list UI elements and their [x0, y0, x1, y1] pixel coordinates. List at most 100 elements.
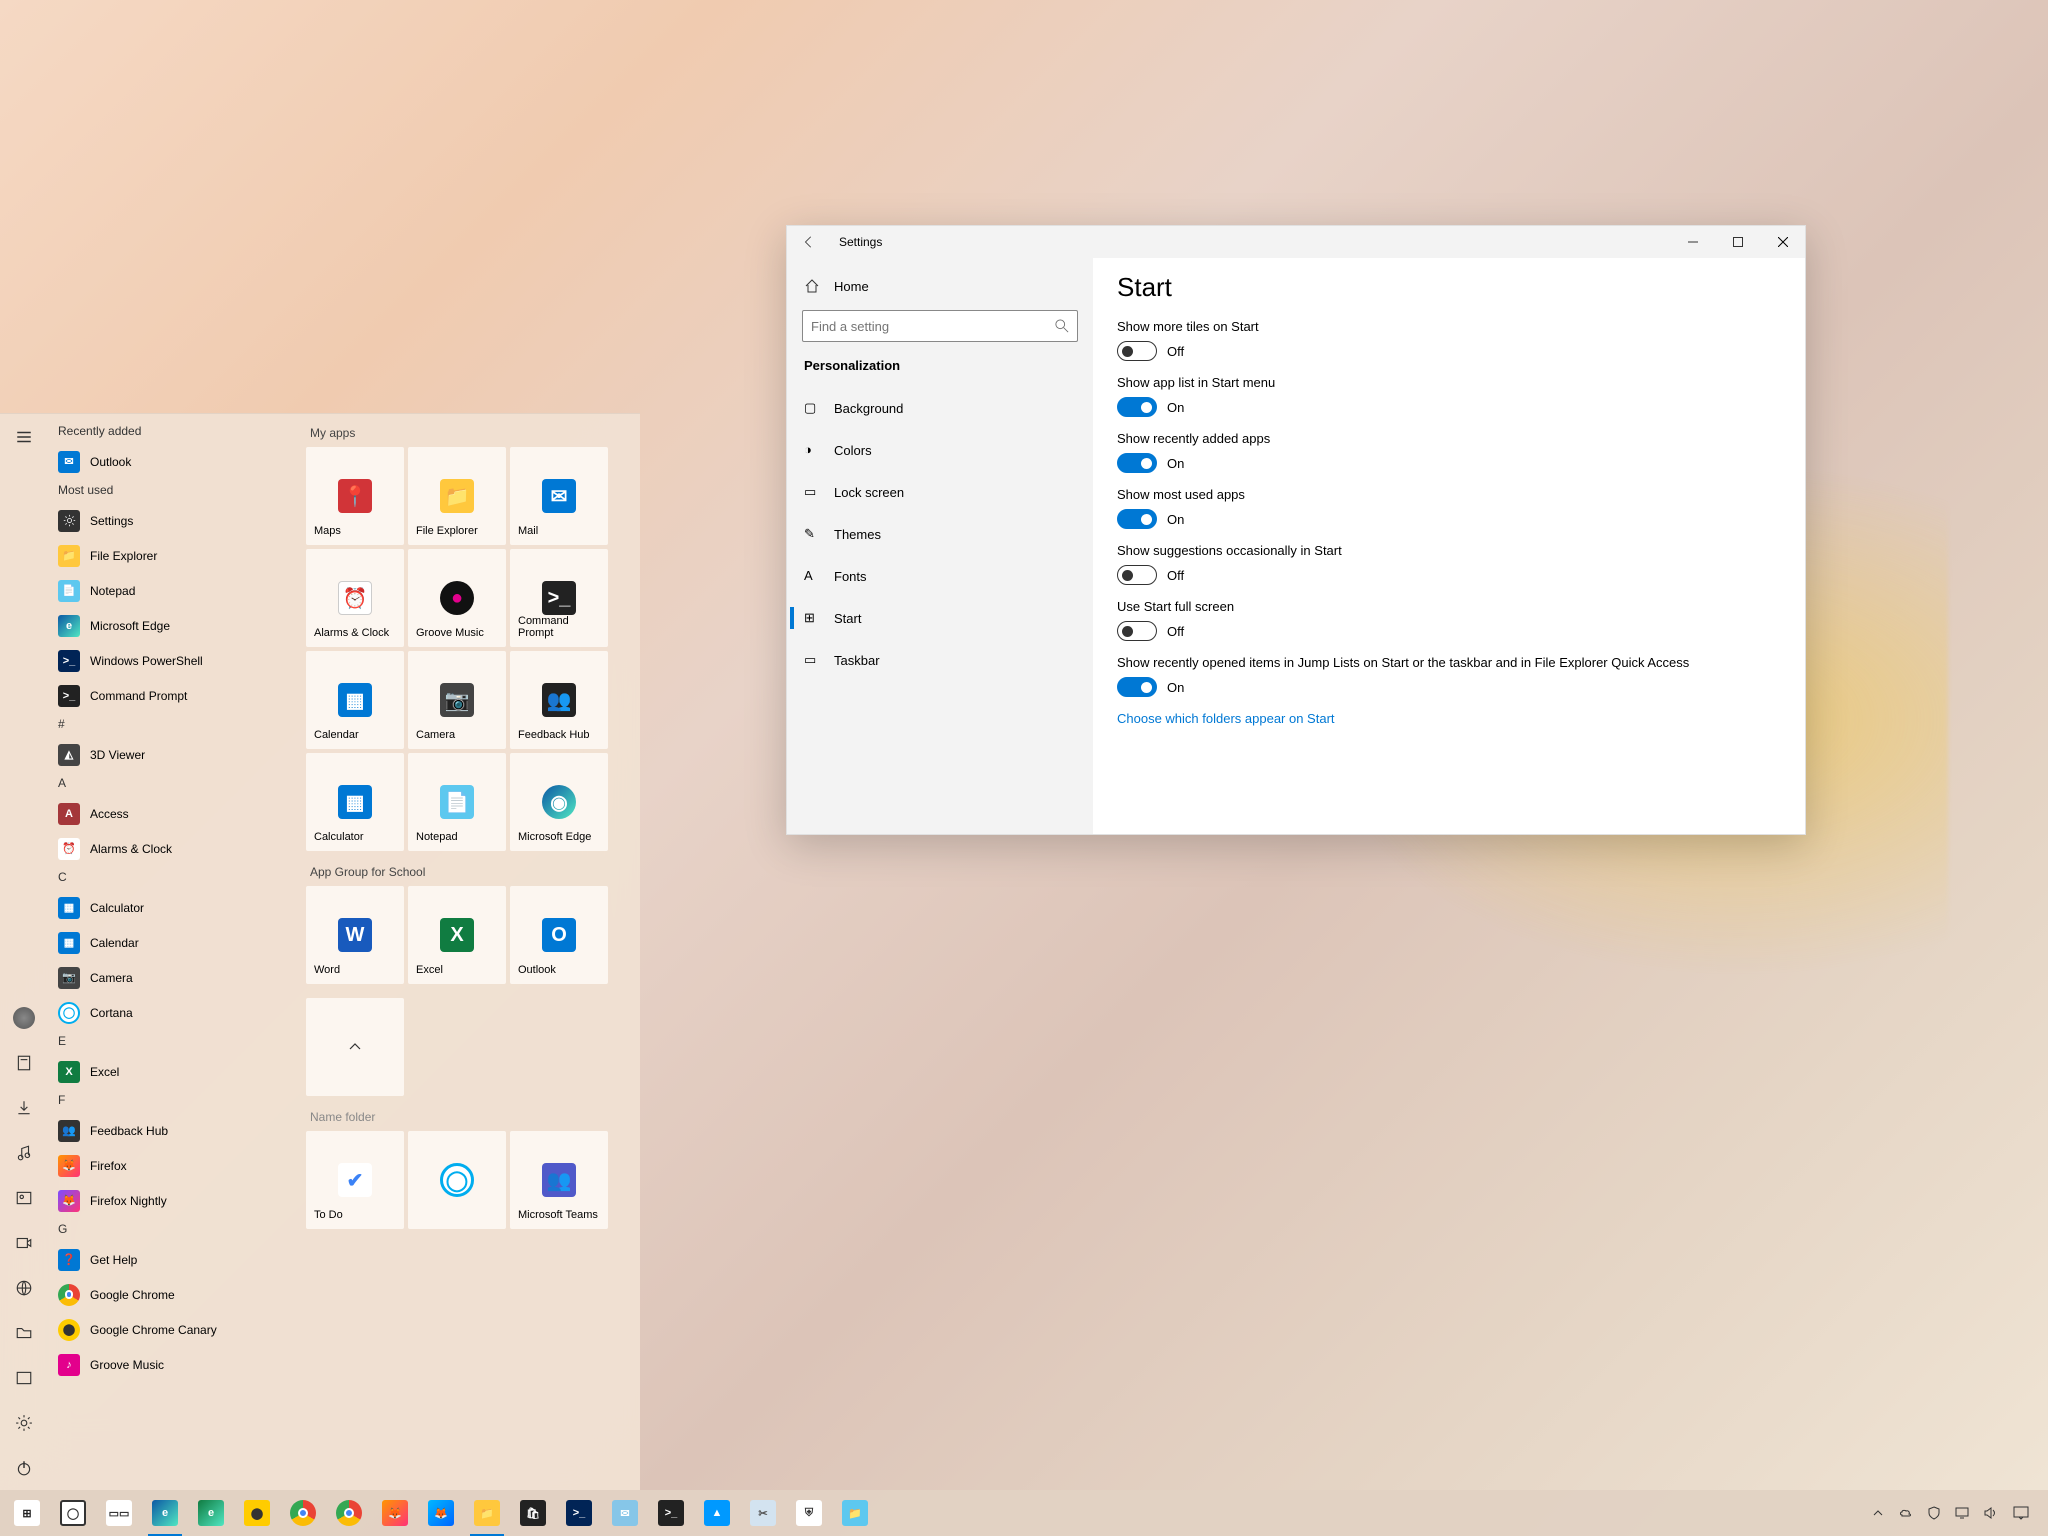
- app-3d-viewer[interactable]: ◭3D Viewer: [48, 737, 306, 772]
- tile-camera[interactable]: 📷Camera: [408, 651, 506, 749]
- action-center-icon[interactable]: [2004, 1490, 2038, 1536]
- downloads-icon[interactable]: [0, 1085, 48, 1130]
- alpha-header[interactable]: E: [48, 1030, 306, 1054]
- toggle[interactable]: [1117, 565, 1157, 585]
- taskbar-photos[interactable]: ▲: [694, 1490, 740, 1536]
- app-notepad[interactable]: 📄Notepad: [48, 573, 306, 608]
- app-google-chrome[interactable]: Google Chrome: [48, 1277, 306, 1312]
- close-button[interactable]: [1760, 227, 1805, 257]
- alpha-header[interactable]: G: [48, 1218, 306, 1242]
- folder-icon[interactable]: [0, 1310, 48, 1355]
- nav-themes[interactable]: ✎Themes: [790, 513, 1090, 555]
- alpha-hash[interactable]: #: [48, 713, 306, 737]
- search-field[interactable]: [811, 319, 1055, 334]
- app-get-help[interactable]: ❓Get Help: [48, 1242, 306, 1277]
- tile-outlook[interactable]: OOutlook: [510, 886, 608, 984]
- tile-cortana[interactable]: ◯: [408, 1131, 506, 1229]
- app-settings[interactable]: Settings: [48, 503, 306, 538]
- app-firefox[interactable]: 🦊Firefox: [48, 1148, 306, 1183]
- documents-icon[interactable]: [0, 1040, 48, 1085]
- tile-microsoft-edge[interactable]: ◉Microsoft Edge: [510, 753, 608, 851]
- tile-calendar[interactable]: ▦Calendar: [306, 651, 404, 749]
- network-icon[interactable]: [0, 1265, 48, 1310]
- nav-colors[interactable]: ◑Colors: [790, 429, 1090, 471]
- tile-command-prompt[interactable]: >_Command Prompt: [510, 549, 608, 647]
- taskbar-mail[interactable]: ✉: [602, 1490, 648, 1536]
- taskbar-powershell[interactable]: >_: [556, 1490, 602, 1536]
- alpha-header[interactable]: F: [48, 1089, 306, 1113]
- app-excel[interactable]: XExcel: [48, 1054, 306, 1089]
- tiles-header[interactable]: My apps: [310, 426, 626, 440]
- app-calendar[interactable]: ▦Calendar: [48, 925, 306, 960]
- taskbar-chrome[interactable]: [280, 1490, 326, 1536]
- app-google-chrome-canary[interactable]: ⬤Google Chrome Canary: [48, 1312, 306, 1347]
- maximize-button[interactable]: [1715, 227, 1760, 257]
- taskbar-file-explorer[interactable]: 📁: [464, 1490, 510, 1536]
- app-microsoft-edge[interactable]: eMicrosoft Edge: [48, 608, 306, 643]
- nav-lock-screen[interactable]: ▭Lock screen: [790, 471, 1090, 513]
- app-calculator[interactable]: ▦Calculator: [48, 890, 306, 925]
- nav-start[interactable]: ⊞Start: [790, 597, 1090, 639]
- app-windows-powershell[interactable]: >_Windows PowerShell: [48, 643, 306, 678]
- taskbar-edge-dev[interactable]: e: [188, 1490, 234, 1536]
- tile-groove-music[interactable]: ●Groove Music: [408, 549, 506, 647]
- music-icon[interactable]: [0, 1130, 48, 1175]
- user-avatar[interactable]: [0, 995, 48, 1040]
- taskbar-folder[interactable]: 📁: [832, 1490, 878, 1536]
- hamburger-button[interactable]: [0, 414, 48, 459]
- taskbar-task-view[interactable]: ▭▭: [96, 1490, 142, 1536]
- folder-collapse-tile[interactable]: [306, 998, 404, 1096]
- nav-taskbar[interactable]: ▭Taskbar: [790, 639, 1090, 681]
- toggle[interactable]: [1117, 677, 1157, 697]
- tiles-header2[interactable]: App Group for School: [310, 865, 626, 879]
- tile-word[interactable]: WWord: [306, 886, 404, 984]
- taskbar-firefox[interactable]: 🦊: [372, 1490, 418, 1536]
- tile-mail[interactable]: ✉Mail: [510, 447, 608, 545]
- tile-to-do[interactable]: ✔To Do: [306, 1131, 404, 1229]
- toggle[interactable]: [1117, 341, 1157, 361]
- alpha-header[interactable]: A: [48, 772, 306, 796]
- app-access[interactable]: AAccess: [48, 796, 306, 831]
- app-alarms-&-clock[interactable]: ⏰Alarms & Clock: [48, 831, 306, 866]
- tile-excel[interactable]: XExcel: [408, 886, 506, 984]
- power-icon[interactable]: [0, 1445, 48, 1490]
- taskbar-store[interactable]: 🛍: [510, 1490, 556, 1536]
- app-command-prompt[interactable]: >_Command Prompt: [48, 678, 306, 713]
- taskbar-chrome-canary[interactable]: ⬤: [234, 1490, 280, 1536]
- nav-fonts[interactable]: AFonts: [790, 555, 1090, 597]
- app-outlook[interactable]: ✉Outlook: [48, 444, 306, 479]
- tile-calculator[interactable]: ▦Calculator: [306, 753, 404, 851]
- settings-icon[interactable]: [0, 1400, 48, 1445]
- security-tray-icon[interactable]: [1920, 1490, 1948, 1536]
- nav-home[interactable]: Home: [790, 268, 1090, 304]
- taskbar-chrome2[interactable]: [326, 1490, 372, 1536]
- taskbar-search[interactable]: ◯: [50, 1490, 96, 1536]
- onedrive-icon[interactable]: [1892, 1490, 1920, 1536]
- tile-maps[interactable]: 📍Maps: [306, 447, 404, 545]
- alpha-header[interactable]: C: [48, 866, 306, 890]
- tile-alarms-&-clock[interactable]: ⏰Alarms & Clock: [306, 549, 404, 647]
- toggle[interactable]: [1117, 621, 1157, 641]
- taskbar-start[interactable]: ⊞: [4, 1490, 50, 1536]
- tile-microsoft-teams[interactable]: 👥Microsoft Teams: [510, 1131, 608, 1229]
- taskbar-snip[interactable]: ✂: [740, 1490, 786, 1536]
- app-feedback-hub[interactable]: 👥Feedback Hub: [48, 1113, 306, 1148]
- taskbar-security[interactable]: ⛨: [786, 1490, 832, 1536]
- tile-feedback-hub[interactable]: 👥Feedback Hub: [510, 651, 608, 749]
- app-cortana[interactable]: ◯Cortana: [48, 995, 306, 1030]
- app-firefox-nightly[interactable]: 🦊Firefox Nightly: [48, 1183, 306, 1218]
- app-camera[interactable]: 📷Camera: [48, 960, 306, 995]
- videos-icon[interactable]: [0, 1220, 48, 1265]
- volume-icon[interactable]: [1976, 1490, 2004, 1536]
- app-groove-music[interactable]: ♪Groove Music: [48, 1347, 306, 1382]
- explorer-icon[interactable]: [0, 1355, 48, 1400]
- taskbar-cmd[interactable]: >_: [648, 1490, 694, 1536]
- network-tray-icon[interactable]: [1948, 1490, 1976, 1536]
- toggle[interactable]: [1117, 453, 1157, 473]
- app-file-explorer[interactable]: 📁File Explorer: [48, 538, 306, 573]
- pictures-icon[interactable]: [0, 1175, 48, 1220]
- folders-link[interactable]: Choose which folders appear on Start: [1117, 711, 1781, 726]
- tile-file-explorer[interactable]: 📁File Explorer: [408, 447, 506, 545]
- tray-chevron[interactable]: [1864, 1490, 1892, 1536]
- nav-background[interactable]: ▢Background: [790, 387, 1090, 429]
